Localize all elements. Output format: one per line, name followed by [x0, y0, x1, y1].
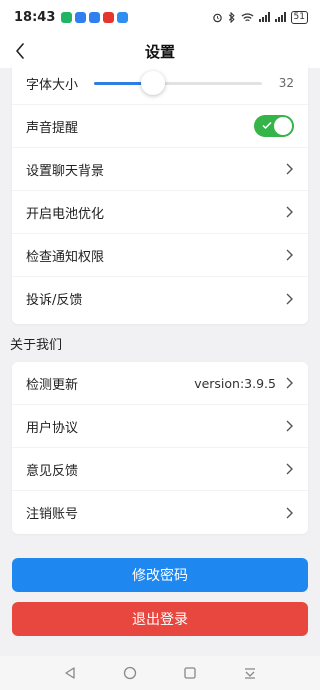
cancel-account-right [284, 506, 294, 520]
chevron-right-icon [286, 293, 293, 304]
check-update-row[interactable]: 检测更新 version:3.9.5 [12, 362, 308, 405]
signal-icon [258, 12, 270, 22]
slider-thumb[interactable] [140, 70, 165, 95]
status-right: 51 [212, 10, 308, 24]
chevron-right-icon [286, 377, 293, 389]
feedback-label: 意见反馈 [26, 463, 79, 479]
back-button[interactable] [10, 40, 30, 62]
chat-icon [89, 11, 101, 23]
chevron-right-icon [286, 249, 293, 261]
notification-permission-right [284, 248, 294, 262]
settings-card: 字体大小 32 声音提醒 设置聊天背景 开启电池优化 检查通知权限 投诉/反馈 [12, 62, 308, 324]
signal-icon [274, 12, 286, 22]
notification-permission-label: 检查通知权限 [26, 249, 105, 265]
status-bar: 18:43 51 [0, 0, 320, 34]
chevron-right-icon [286, 420, 293, 432]
bluetooth-icon [228, 11, 235, 23]
cancel-account-label: 注销账号 [26, 507, 79, 522]
notification-icons [61, 11, 129, 23]
battery-optimization-right [284, 205, 294, 219]
version-text: version:3.9.5 [194, 375, 276, 391]
font-size-row: 字体大小 32 [12, 62, 308, 105]
sound-label: 声音提醒 [26, 120, 79, 136]
notification-permission-row[interactable]: 检查通知权限 [12, 234, 308, 277]
chat-background-right [284, 162, 294, 176]
sound-toggle[interactable] [254, 115, 294, 137]
font-size-slider[interactable] [94, 70, 262, 95]
chat-background-row[interactable]: 设置聊天背景 [12, 148, 308, 191]
system-nav-bar [0, 656, 320, 690]
chevron-right-icon [286, 507, 293, 518]
sound-row: 声音提醒 [12, 105, 308, 148]
nav-recents-icon[interactable] [183, 666, 197, 680]
status-time: 18:43 [14, 9, 56, 25]
app-icon [75, 11, 87, 23]
battery-optimization-row[interactable]: 开启电池优化 [12, 191, 308, 234]
chevron-left-icon [16, 43, 24, 59]
nav-back-icon[interactable] [63, 666, 77, 680]
check-icon [262, 121, 272, 130]
font-size-slider-wrap: 32 [94, 70, 294, 95]
toggle-knob [274, 117, 292, 135]
check-update-label: 检测更新 [26, 377, 79, 393]
chat-background-label: 设置聊天背景 [26, 163, 105, 179]
about-card: 检测更新 version:3.9.5 用户协议 意见反馈 注销账号 [12, 362, 308, 534]
nav-home-icon[interactable] [123, 666, 137, 680]
chevron-right-icon [286, 463, 293, 475]
feedback-right [284, 462, 294, 476]
check-update-right: version:3.9.5 [194, 376, 294, 391]
wechat-icon [61, 11, 73, 23]
logout-button[interactable]: 退出登录 [12, 602, 308, 636]
chevron-right-icon [286, 206, 293, 218]
font-size-label: 字体大小 [26, 77, 79, 93]
complaint-feedback-label: 投诉/反馈 [26, 293, 83, 308]
feedback-row[interactable]: 意见反馈 [12, 448, 308, 491]
change-password-button[interactable]: 修改密码 [12, 558, 308, 592]
nav-dropdown-icon[interactable] [243, 666, 257, 680]
user-agreement-row[interactable]: 用户协议 [12, 405, 308, 448]
wifi-icon [241, 12, 254, 21]
complaint-feedback-row[interactable]: 投诉/反馈 [12, 277, 308, 320]
alarm-icon [212, 13, 222, 22]
user-agreement-label: 用户协议 [26, 420, 79, 436]
app-icon [103, 11, 115, 23]
complaint-feedback-right [284, 292, 294, 306]
font-size-value: 32 [278, 76, 294, 90]
page-title: 设置 [144, 42, 175, 61]
app-icon [117, 11, 129, 23]
cancel-account-row[interactable]: 注销账号 [12, 491, 308, 534]
battery-optimization-label: 开启电池优化 [26, 206, 105, 222]
user-agreement-right [284, 419, 294, 433]
about-section-title: 关于我们 [10, 338, 63, 353]
sound-right [254, 115, 294, 137]
chevron-right-icon [286, 163, 293, 175]
battery-icon: 51 [290, 10, 308, 24]
